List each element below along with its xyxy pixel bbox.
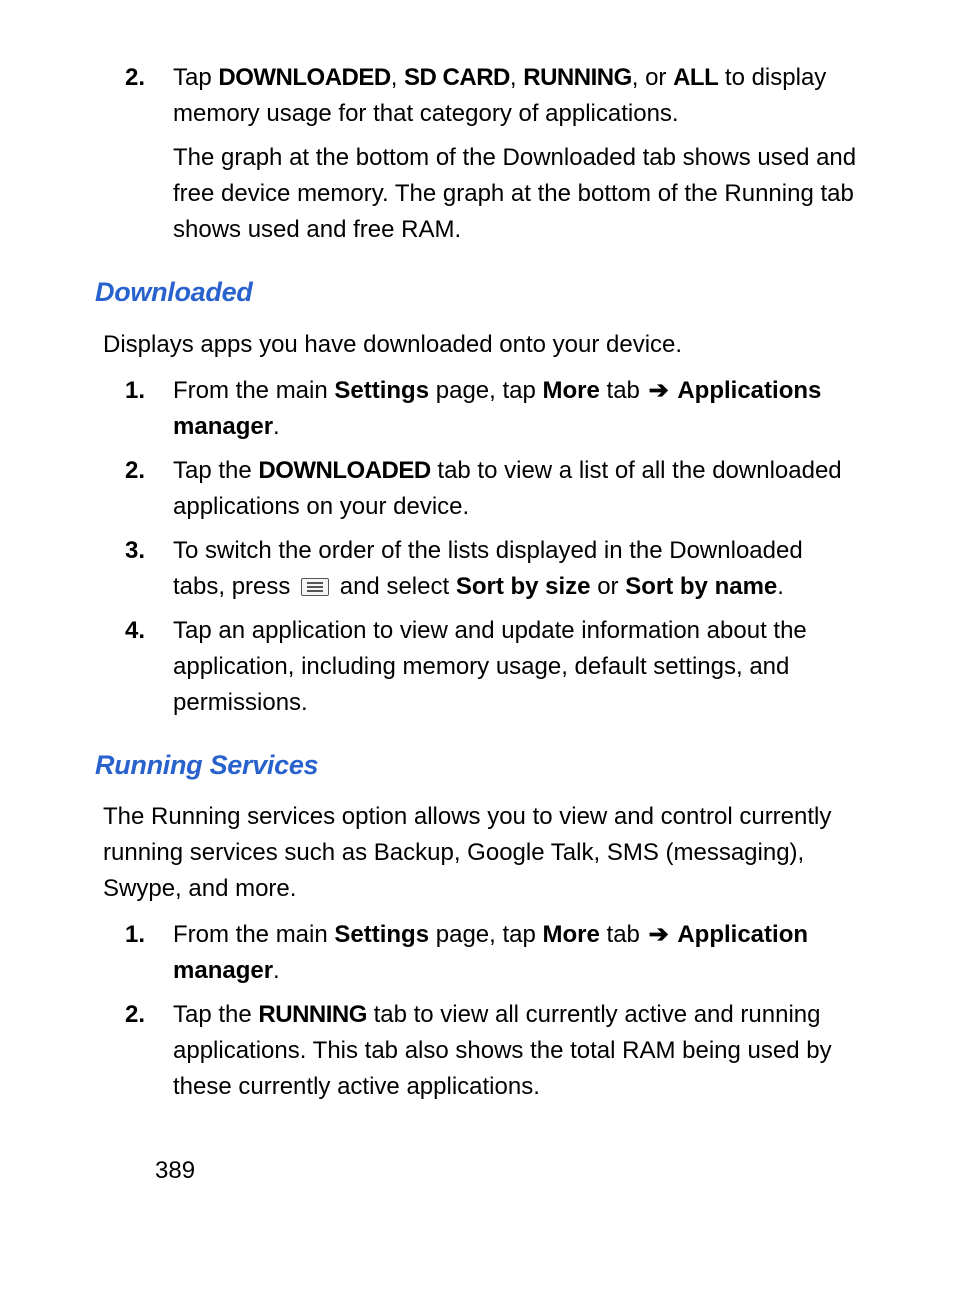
text: or bbox=[591, 573, 626, 600]
running-step-2: 2. Tap the RUNNING tab to view all curre… bbox=[125, 997, 859, 1105]
downloaded-step-1: 1. From the main Settings page, tap More… bbox=[125, 373, 859, 445]
bold-sortname: Sort by name bbox=[625, 573, 777, 600]
heading-running: Running Services bbox=[95, 745, 859, 786]
tab-sdcard: SD CARD bbox=[404, 64, 510, 91]
step-body: Tap an application to view and update in… bbox=[173, 613, 859, 721]
text: From the main bbox=[173, 921, 334, 948]
step-number: 3. bbox=[125, 533, 173, 605]
tab-downloaded: DOWNLOADED bbox=[258, 457, 430, 484]
running-step-1: 1. From the main Settings page, tap More… bbox=[125, 917, 859, 989]
text: tab bbox=[600, 377, 647, 404]
step-body: Tap DOWNLOADED, SD CARD, RUNNING, or ALL… bbox=[173, 60, 859, 248]
tab-downloaded: DOWNLOADED bbox=[218, 64, 390, 91]
step-number: 1. bbox=[125, 373, 173, 445]
text: page, tap bbox=[429, 377, 542, 404]
tab-running: RUNNING bbox=[523, 64, 632, 91]
step-number: 2. bbox=[125, 997, 173, 1105]
heading-downloaded: Downloaded bbox=[95, 272, 859, 313]
arrow-icon: ➔ bbox=[649, 373, 669, 409]
step-body: From the main Settings page, tap More ta… bbox=[173, 917, 859, 989]
text: Tap the bbox=[173, 457, 258, 484]
text: . bbox=[777, 573, 784, 600]
text: . bbox=[273, 957, 280, 984]
downloaded-step-2: 2. Tap the DOWNLOADED tab to view a list… bbox=[125, 453, 859, 525]
bold-more: More bbox=[543, 921, 600, 948]
step-body: Tap the RUNNING tab to view all currentl… bbox=[173, 997, 859, 1105]
text: tab bbox=[600, 921, 647, 948]
running-steps: 1. From the main Settings page, tap More… bbox=[125, 917, 859, 1105]
text: , bbox=[391, 64, 404, 91]
menu-icon bbox=[301, 578, 329, 596]
intro-step-list: 2. Tap DOWNLOADED, SD CARD, RUNNING, or … bbox=[125, 60, 859, 248]
step-number: 2. bbox=[125, 453, 173, 525]
tab-all: ALL bbox=[673, 64, 718, 91]
step-body: From the main Settings page, tap More ta… bbox=[173, 373, 859, 445]
text: page, tap bbox=[429, 921, 542, 948]
text: and select bbox=[333, 573, 456, 600]
bold-sortsize: Sort by size bbox=[456, 573, 591, 600]
downloaded-step-3: 3. To switch the order of the lists disp… bbox=[125, 533, 859, 605]
downloaded-intro: Displays apps you have downloaded onto y… bbox=[103, 327, 859, 363]
step-body: Tap the DOWNLOADED tab to view a list of… bbox=[173, 453, 859, 525]
bold-settings: Settings bbox=[334, 921, 429, 948]
text: . bbox=[273, 413, 280, 440]
bold-more: More bbox=[543, 377, 600, 404]
page-number: 389 bbox=[155, 1153, 859, 1189]
text: , bbox=[510, 64, 523, 91]
text: From the main bbox=[173, 377, 334, 404]
intro-step-2: 2. Tap DOWNLOADED, SD CARD, RUNNING, or … bbox=[125, 60, 859, 248]
text: Tap the bbox=[173, 1001, 258, 1028]
downloaded-step-4: 4. Tap an application to view and update… bbox=[125, 613, 859, 721]
text: , or bbox=[632, 64, 673, 91]
step-number: 4. bbox=[125, 613, 173, 721]
tab-running: RUNNING bbox=[258, 1001, 367, 1028]
downloaded-steps: 1. From the main Settings page, tap More… bbox=[125, 373, 859, 721]
step-para: The graph at the bottom of the Downloade… bbox=[173, 140, 859, 248]
step-body: To switch the order of the lists display… bbox=[173, 533, 859, 605]
running-intro: The Running services option allows you t… bbox=[103, 799, 859, 907]
text: Tap bbox=[173, 64, 218, 91]
bold-settings: Settings bbox=[334, 377, 429, 404]
arrow-icon: ➔ bbox=[649, 917, 669, 953]
step-number: 2. bbox=[125, 60, 173, 248]
step-number: 1. bbox=[125, 917, 173, 989]
